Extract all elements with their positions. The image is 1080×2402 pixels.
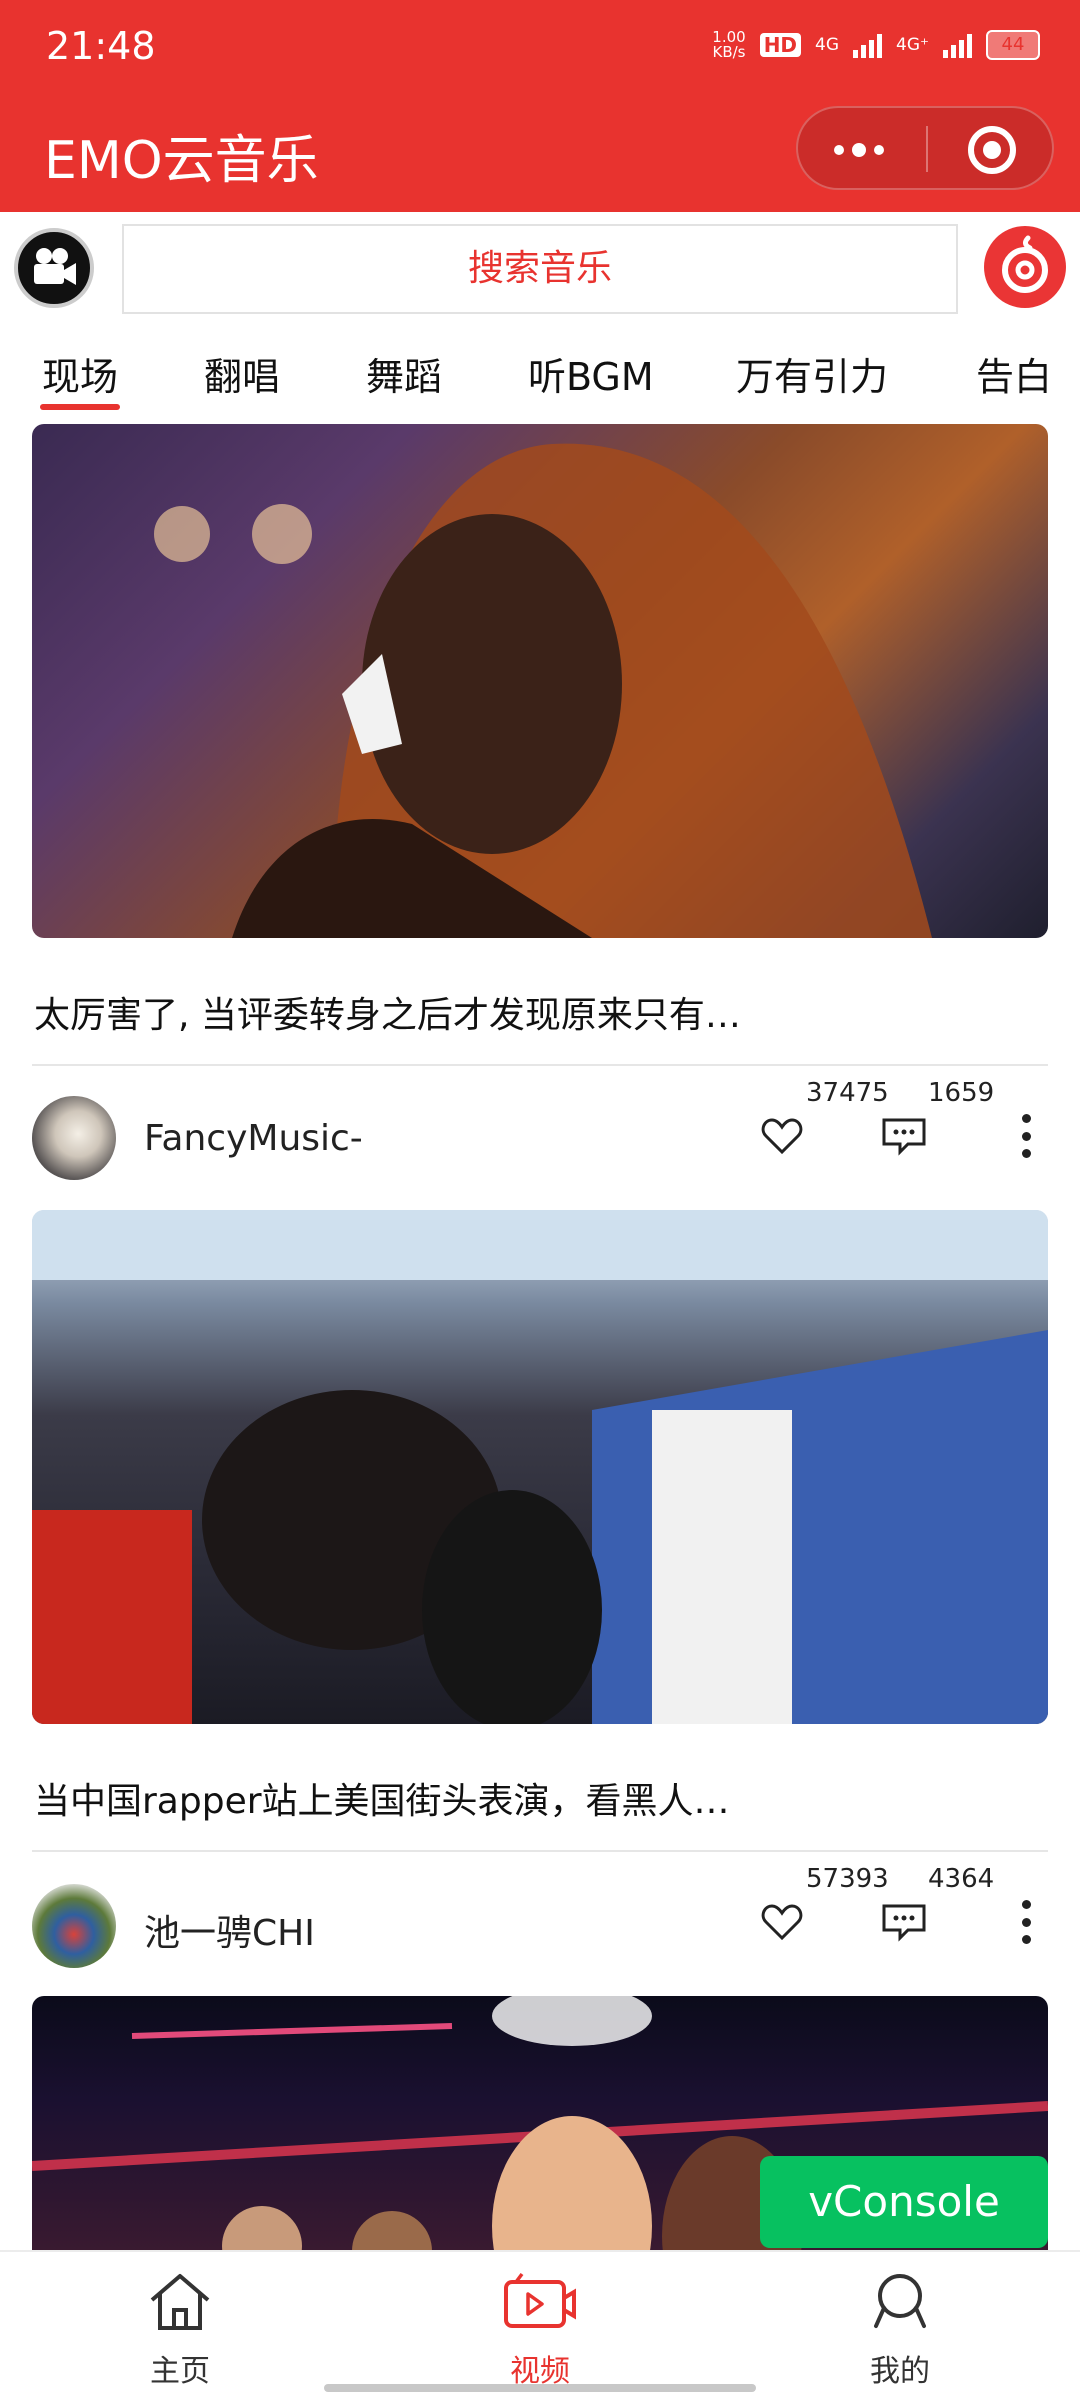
- music-logo-icon: [1002, 235, 1048, 293]
- avatar[interactable]: [32, 1096, 116, 1180]
- battery-icon: 44: [986, 30, 1040, 60]
- heart-icon[interactable]: [758, 1112, 806, 1160]
- video-thumbnail-art: [32, 1210, 1048, 1724]
- tab-bgm[interactable]: 听BGM: [528, 346, 654, 401]
- app-header: 21:48 1.00 KB/s HD 4G 4G⁺ 44 EMO云音乐: [0, 0, 1080, 212]
- like-count: 57393: [806, 1864, 889, 1894]
- status-time: 21:48: [46, 24, 156, 68]
- capsule-divider: [926, 126, 928, 172]
- video-thumbnail[interactable]: [32, 1210, 1048, 1724]
- more-dots-icon[interactable]: [834, 132, 884, 168]
- divider: [32, 1850, 1048, 1852]
- nav-video[interactable]: 视频: [460, 2270, 620, 2390]
- comment-icon[interactable]: [880, 1898, 928, 1946]
- bottom-nav: 主页 视频 我的: [0, 2250, 1080, 2402]
- home-indicator: [324, 2384, 756, 2392]
- status-icons: 1.00 KB/s HD 4G 4G⁺ 44: [712, 30, 1040, 60]
- comment-icon[interactable]: [880, 1112, 928, 1160]
- user-icon: [874, 2274, 926, 2328]
- video-camera-icon: [34, 248, 76, 285]
- tab-gravity[interactable]: 万有引力: [736, 346, 888, 401]
- divider: [32, 1064, 1048, 1066]
- netease-logo-button[interactable]: [984, 226, 1066, 308]
- tab-confession[interactable]: 告白: [976, 346, 1052, 401]
- video-thumbnail-art: [154, 443, 932, 938]
- video-title[interactable]: 太厉害了, 当评委转身之后才发现原来只有…: [34, 986, 741, 1038]
- nav-home[interactable]: 主页: [100, 2270, 260, 2390]
- vconsole-button[interactable]: vConsole: [760, 2156, 1048, 2248]
- author-name[interactable]: FancyMusic-: [144, 1118, 363, 1159]
- search-input[interactable]: 搜索音乐: [122, 224, 958, 314]
- video-title[interactable]: 当中国rapper站上美国街头表演，看黑人…: [34, 1772, 730, 1824]
- signal-icon: [853, 32, 883, 58]
- more-options-icon[interactable]: [1020, 1114, 1032, 1158]
- app-title: EMO云音乐: [44, 131, 319, 191]
- tab-cover[interactable]: 翻唱: [204, 346, 280, 401]
- mini-program-capsule: [796, 106, 1054, 190]
- signal-icon-2: [943, 32, 972, 58]
- hd-badge: HD: [759, 33, 802, 57]
- comment-count: 4364: [928, 1864, 995, 1894]
- more-options-icon[interactable]: [1020, 1900, 1032, 1944]
- author-name[interactable]: 池一骋CHI: [144, 1904, 315, 1956]
- category-tabs: 现场 翻唱 舞蹈 听BGM 万有引力 告白: [0, 330, 1080, 410]
- active-tab-indicator: [40, 404, 120, 410]
- close-target-icon[interactable]: [968, 126, 1016, 174]
- video-icon: [504, 2272, 576, 2328]
- tab-dance[interactable]: 舞蹈: [366, 346, 442, 401]
- like-count: 37475: [806, 1078, 889, 1108]
- avatar[interactable]: [32, 1884, 116, 1968]
- home-icon: [150, 2274, 210, 2330]
- sim1-label: 4G: [815, 35, 840, 55]
- video-camera-button[interactable]: [14, 228, 94, 308]
- nav-me[interactable]: 我的: [820, 2270, 980, 2390]
- comment-count: 1659: [928, 1078, 995, 1108]
- tab-live[interactable]: 现场: [42, 346, 118, 401]
- sim2-label: 4G⁺: [896, 35, 929, 55]
- heart-icon[interactable]: [758, 1898, 806, 1946]
- nav-label: 主页: [150, 2354, 210, 2389]
- net-speed: 1.00 KB/s: [712, 28, 746, 61]
- nav-label: 我的: [870, 2354, 930, 2389]
- video-thumbnail[interactable]: [32, 424, 1048, 938]
